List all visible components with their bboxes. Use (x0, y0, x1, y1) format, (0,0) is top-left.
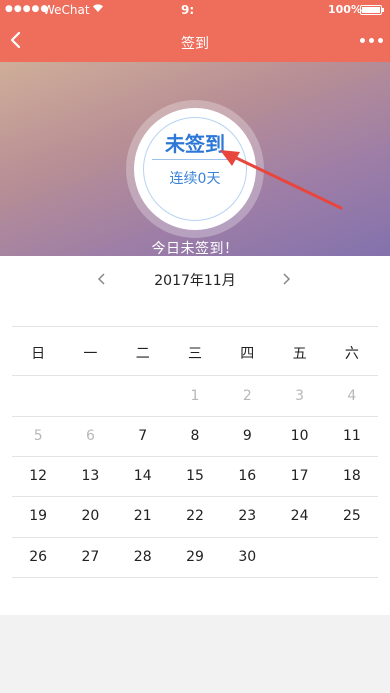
calendar-empty-cell (12, 376, 64, 416)
calendar-day[interactable]: 12 (12, 456, 64, 496)
calendar-day[interactable]: 2 (221, 376, 273, 416)
calendar-day[interactable]: 17 (273, 456, 325, 496)
calendar-day[interactable]: 23 (221, 496, 273, 536)
calendar-day[interactable]: 9 (221, 416, 273, 456)
month-navigator: 2017年11月 (0, 256, 390, 302)
today-status-message: 今日未签到！ (151, 241, 239, 257)
calendar-day[interactable]: 25 (326, 496, 378, 536)
weekday-header: 四 (240, 346, 255, 362)
header-bar: ●●●●● WeChat 9: 100% 签到 (0, 0, 390, 62)
sign-in-hero: 未签到 连续0天 今日未签到！ (0, 62, 390, 272)
calendar-day[interactable]: 4 (326, 376, 378, 416)
calendar-day[interactable]: 8 (169, 416, 221, 456)
calendar-day[interactable]: 22 (169, 496, 221, 536)
annotation-arrow-icon (220, 150, 343, 210)
calendar-day[interactable]: 27 (64, 537, 116, 577)
weekday-header: 六 (344, 346, 359, 362)
status-time: 9: (181, 3, 195, 17)
calendar-day[interactable]: 1 (169, 376, 221, 416)
month-label: 2017年11月 (154, 273, 236, 289)
calendar-day[interactable]: 3 (273, 376, 325, 416)
weekday-header: 五 (292, 346, 307, 362)
calendar-day[interactable]: 24 (273, 496, 325, 536)
calendar-empty-cell (64, 376, 116, 416)
status-bar: ●●●●● WeChat 9: 100% (0, 0, 390, 22)
calendar-row-divider (12, 577, 378, 578)
next-month-button[interactable] (276, 269, 296, 289)
calendar-empty-cell (273, 537, 325, 577)
calendar-day[interactable]: 21 (117, 496, 169, 536)
calendar-day[interactable]: 13 (64, 456, 116, 496)
calendar-day[interactable]: 5 (12, 416, 64, 456)
more-button[interactable] (358, 31, 386, 49)
calendar-day[interactable]: 10 (273, 416, 325, 456)
calendar-day[interactable]: 15 (169, 456, 221, 496)
calendar-day[interactable]: 20 (64, 496, 116, 536)
more-dot (369, 38, 374, 43)
calendar-day[interactable]: 11 (326, 416, 378, 456)
more-dot (378, 38, 383, 43)
battery-icon (360, 5, 384, 15)
carrier-name: WeChat (43, 3, 90, 17)
calendar-day[interactable]: 28 (117, 537, 169, 577)
chevron-right-icon (283, 273, 291, 285)
more-dots-icon (360, 38, 365, 43)
calendar-day[interactable]: 7 (117, 416, 169, 456)
page-title: 签到 (181, 36, 209, 52)
calendar-day[interactable]: 16 (221, 456, 273, 496)
calendar: 2017年11月 日一二三四五六 1 2 3 4 5 6 7 8 9 10 11 12 13 14 15 16 1… (0, 256, 390, 615)
weekday-header: 一 (83, 346, 98, 362)
calendar-row-divider (12, 326, 378, 327)
calendar-day[interactable]: 30 (221, 537, 273, 577)
calendar-day[interactable]: 29 (169, 537, 221, 577)
calendar-day[interactable]: 19 (12, 496, 64, 536)
weekday-header: 日 (31, 346, 46, 362)
weekday-header: 三 (187, 346, 202, 362)
calendar-day[interactable]: 6 (64, 416, 116, 456)
calendar-empty-cell (326, 537, 378, 577)
calendar-day[interactable]: 18 (326, 456, 378, 496)
calendar-day[interactable]: 26 (12, 537, 64, 577)
battery-percent: 100% (328, 3, 362, 16)
weekday-header: 二 (135, 346, 150, 362)
calendar-empty-cell (117, 376, 169, 416)
calendar-day[interactable]: 14 (117, 456, 169, 496)
wifi-icon (92, 3, 104, 16)
